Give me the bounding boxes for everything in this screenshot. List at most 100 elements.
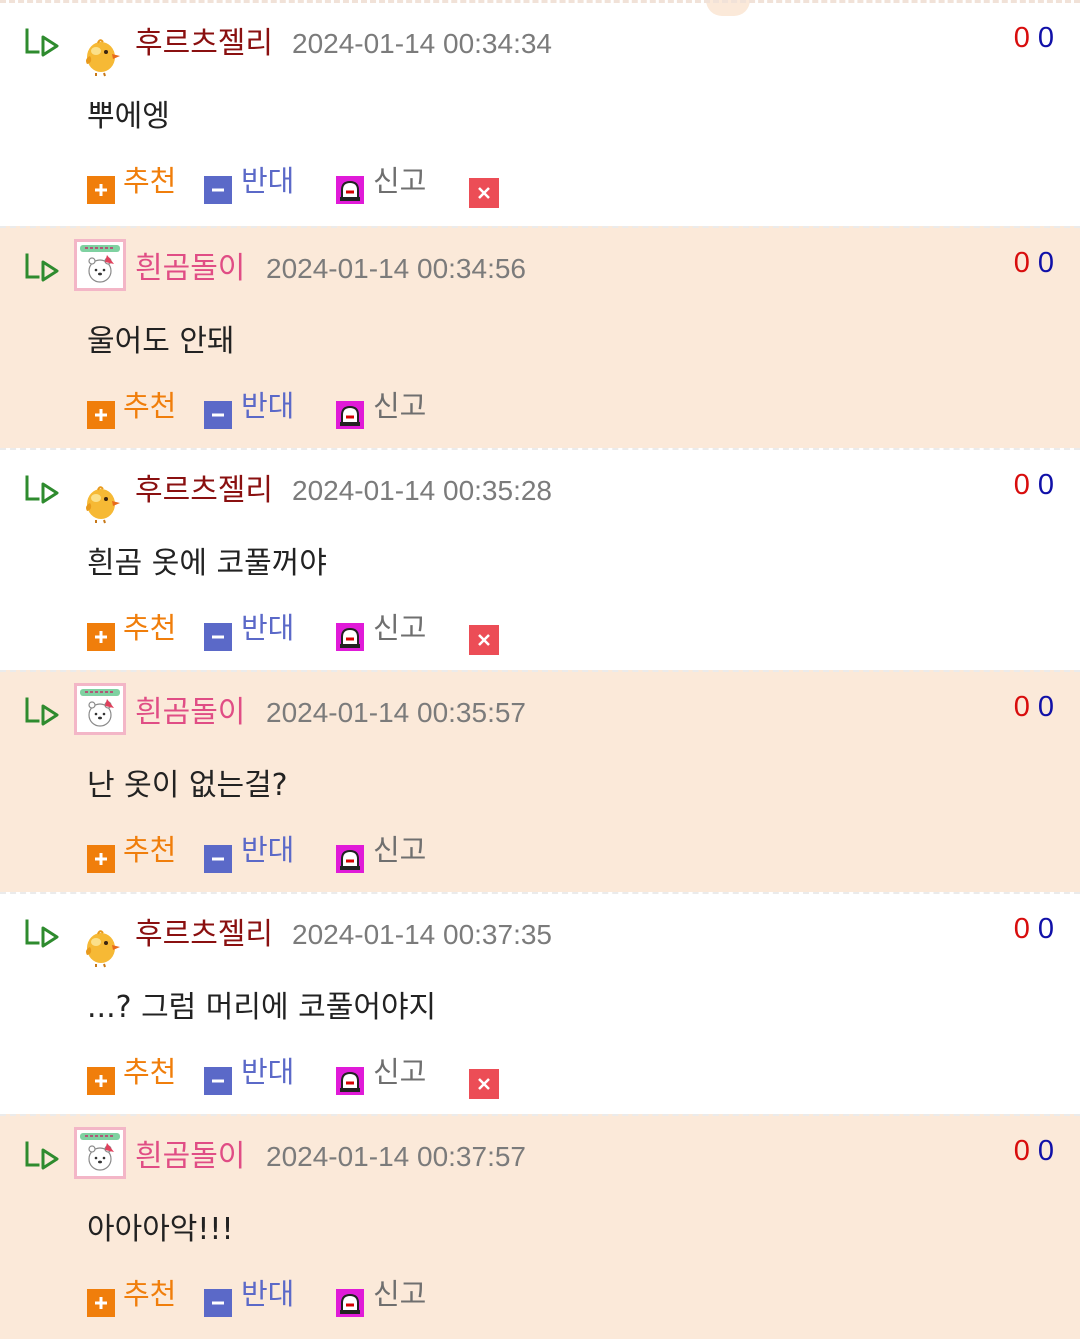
report-label: 신고 <box>373 389 427 423</box>
reply-arrow-icon <box>25 475 59 504</box>
report-button[interactable]: 신고 <box>336 1274 428 1317</box>
comment-author[interactable]: 후르츠젤리 <box>135 918 273 952</box>
oppose-button[interactable]: 반대 <box>204 386 296 429</box>
close-icon <box>469 1069 499 1099</box>
chick-avatar-icon <box>86 930 120 968</box>
chick-avatar-icon <box>86 486 120 524</box>
oppose-count: 0 <box>1037 469 1054 501</box>
report-button[interactable]: 신고 <box>336 386 428 429</box>
white-bear-avatar-icon <box>80 245 120 283</box>
comment-author[interactable]: 흰곰돌이 <box>135 1140 245 1174</box>
report-label: 신고 <box>373 611 427 645</box>
oppose-label: 반대 <box>241 1277 295 1311</box>
minus-square-icon <box>204 176 232 204</box>
comment-item: 흰곰돌이 2024-01-14 00:35:57 00 난 옷이 없는걸? 추천… <box>0 670 1080 892</box>
siren-icon <box>336 623 364 651</box>
recommend-button[interactable]: 추천 <box>87 608 179 651</box>
comment-author[interactable]: 후르츠젤리 <box>135 474 273 508</box>
minus-square-icon <box>204 401 232 429</box>
close-icon <box>469 178 499 208</box>
plus-square-icon <box>87 1289 115 1317</box>
plus-square-icon <box>87 401 115 429</box>
delete-button[interactable] <box>469 178 499 208</box>
report-button[interactable]: 신고 <box>336 161 428 204</box>
oppose-button[interactable]: 반대 <box>204 1274 296 1317</box>
oppose-label: 반대 <box>241 389 295 423</box>
recommend-count: 0 <box>1013 469 1030 501</box>
report-label: 신고 <box>373 833 427 867</box>
recommend-label: 추천 <box>123 833 177 867</box>
comment-item: 후르츠젤리 2024-01-14 00:37:35 00 ...? 그럼 머리에… <box>0 892 1080 1114</box>
comment-author[interactable]: 흰곰돌이 <box>135 696 245 730</box>
reply-arrow-icon <box>25 1141 59 1170</box>
oppose-button[interactable]: 반대 <box>204 161 296 204</box>
report-label: 신고 <box>373 1277 427 1311</box>
oppose-count: 0 <box>1037 247 1054 279</box>
recommend-label: 추천 <box>123 389 177 423</box>
recommend-button[interactable]: 추천 <box>87 161 179 204</box>
comment-date: 2024-01-14 00:37:35 <box>292 919 552 950</box>
recommend-count: 0 <box>1013 247 1030 279</box>
siren-icon <box>336 845 364 873</box>
white-bear-avatar <box>74 683 126 735</box>
oppose-label: 반대 <box>241 164 295 198</box>
reply-arrow-icon <box>25 253 59 282</box>
comment-date: 2024-01-14 00:37:57 <box>266 1141 526 1172</box>
comment-item: 후르츠젤리 2024-01-14 00:35:28 00 흰곰 옷에 코풀꺼야 … <box>0 448 1080 670</box>
vote-counts: 00 <box>1014 912 1054 946</box>
reply-arrow-icon <box>25 697 59 726</box>
reply-arrow-icon <box>25 919 59 948</box>
recommend-button[interactable]: 추천 <box>87 1274 179 1317</box>
comment-item: 흰곰돌이 2024-01-14 00:34:56 00 울어도 안돼 추천 반대… <box>0 226 1080 448</box>
siren-icon <box>336 401 364 429</box>
delete-button[interactable] <box>469 625 499 655</box>
vote-counts: 00 <box>1014 690 1054 724</box>
comment-date: 2024-01-14 00:35:57 <box>266 697 526 728</box>
comment-text: 아아아악!!! <box>87 1212 234 1247</box>
recommend-count: 0 <box>1013 1135 1030 1167</box>
comment-list: 후르츠젤리 2024-01-14 00:34:34 00 뿌에엥 추천 반대 신… <box>0 0 1080 1339</box>
oppose-count: 0 <box>1037 691 1054 723</box>
recommend-label: 추천 <box>123 611 177 645</box>
delete-button[interactable] <box>469 1069 499 1099</box>
chick-avatar-icon <box>86 39 120 77</box>
comment-item: 후르츠젤리 2024-01-14 00:34:34 00 뿌에엥 추천 반대 신… <box>0 0 1080 226</box>
oppose-count: 0 <box>1037 22 1054 54</box>
white-bear-avatar-icon <box>80 689 120 727</box>
white-bear-avatar <box>74 239 126 291</box>
comment-text: 흰곰 옷에 코풀꺼야 <box>87 546 327 581</box>
plus-square-icon <box>87 176 115 204</box>
plus-square-icon <box>87 845 115 873</box>
plus-square-icon <box>87 623 115 651</box>
white-bear-avatar-icon <box>80 1133 120 1171</box>
white-bear-avatar <box>74 1127 126 1179</box>
recommend-button[interactable]: 추천 <box>87 1052 179 1095</box>
recommend-button[interactable]: 추천 <box>87 830 179 873</box>
oppose-count: 0 <box>1037 913 1054 945</box>
comment-text: 울어도 안돼 <box>87 324 235 359</box>
comment-author[interactable]: 흰곰돌이 <box>135 252 245 286</box>
comment-author[interactable]: 후르츠젤리 <box>135 27 273 61</box>
report-button[interactable]: 신고 <box>336 608 428 651</box>
report-button[interactable]: 신고 <box>336 1052 428 1095</box>
recommend-label: 추천 <box>123 1277 177 1311</box>
plus-square-icon <box>87 1067 115 1095</box>
oppose-button[interactable]: 반대 <box>204 1052 296 1095</box>
vote-counts: 00 <box>1014 1134 1054 1168</box>
reply-arrow-icon <box>25 28 59 57</box>
recommend-button[interactable]: 추천 <box>87 386 179 429</box>
recommend-label: 추천 <box>123 1055 177 1089</box>
vote-counts: 00 <box>1014 246 1054 280</box>
comment-date: 2024-01-14 00:34:34 <box>292 28 552 59</box>
oppose-label: 반대 <box>241 611 295 645</box>
report-button[interactable]: 신고 <box>336 830 428 873</box>
oppose-button[interactable]: 반대 <box>204 608 296 651</box>
vote-counts: 00 <box>1014 21 1054 55</box>
report-label: 신고 <box>373 1055 427 1089</box>
report-label: 신고 <box>373 164 427 198</box>
siren-icon <box>336 1289 364 1317</box>
comment-item: 흰곰돌이 2024-01-14 00:37:57 00 아아아악!!! 추천 반… <box>0 1114 1080 1339</box>
recommend-count: 0 <box>1013 913 1030 945</box>
minus-square-icon <box>204 623 232 651</box>
oppose-button[interactable]: 반대 <box>204 830 296 873</box>
